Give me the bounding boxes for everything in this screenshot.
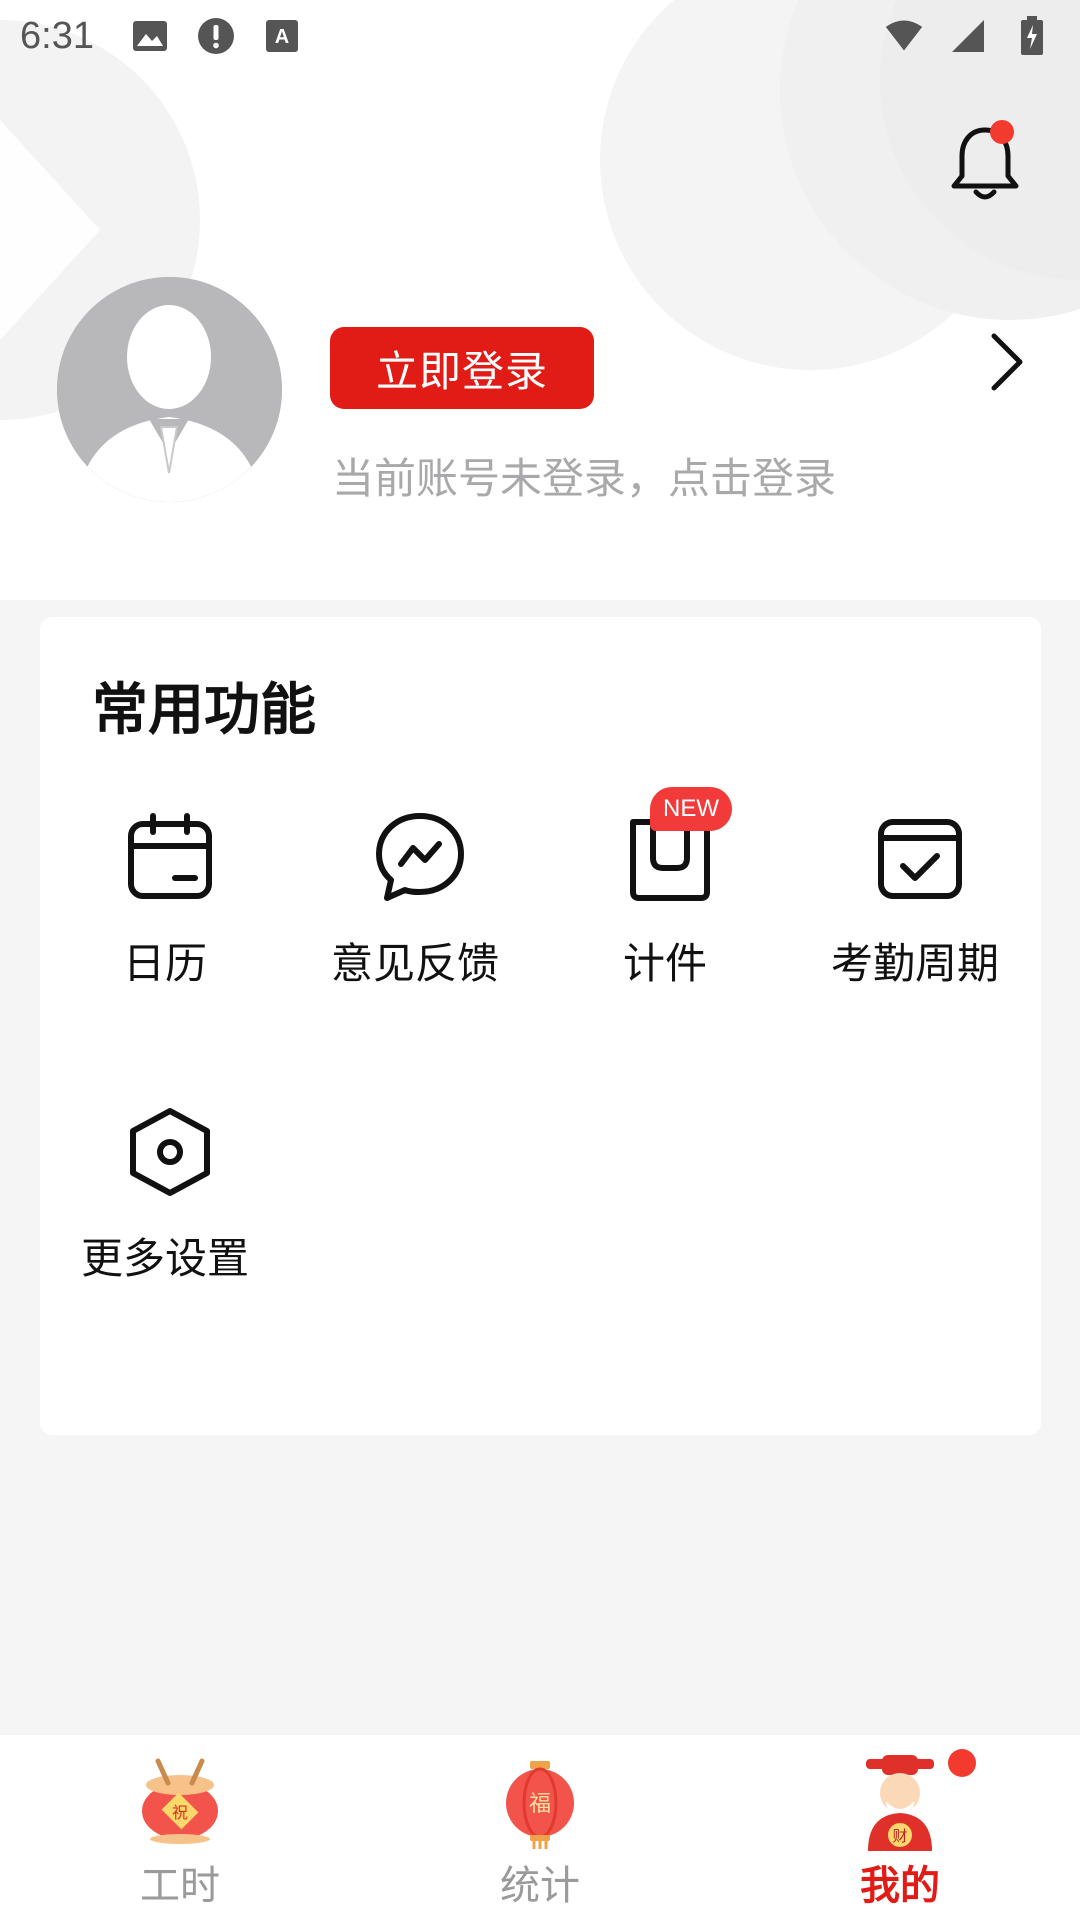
bottom-navigation: 祝 工时 福 统计 财 我的 xyxy=(0,1735,1080,1920)
chevron-right-icon[interactable] xyxy=(980,330,1030,394)
battery-icon xyxy=(1012,16,1052,56)
svg-text:祝: 祝 xyxy=(172,1803,188,1822)
fortune-god-icon: 财 xyxy=(866,1755,934,1851)
function-label: 更多设置 xyxy=(80,1234,249,1283)
svg-text:A: A xyxy=(275,26,289,48)
profile-header: 6:31 A 立即登录 当前账号未登录，点击登录 xyxy=(0,0,1080,600)
drum-icon: 祝 xyxy=(142,1758,218,1844)
keyboard-icon: A xyxy=(262,16,302,56)
function-piecework[interactable]: 计件 xyxy=(540,812,790,1012)
login-button[interactable]: 立即登录 xyxy=(330,327,594,409)
nav-notification-dot xyxy=(948,1749,976,1777)
status-bar: 6:31 A xyxy=(0,0,1080,72)
nav-label: 工时 xyxy=(140,1863,220,1909)
avatar[interactable] xyxy=(57,277,282,502)
function-label: 日历 xyxy=(122,939,207,988)
nav-tab-work-hours[interactable]: 祝 工时 xyxy=(0,1735,360,1920)
function-label: 计件 xyxy=(622,939,707,988)
nav-tab-mine[interactable]: 财 我的 xyxy=(720,1735,1080,1920)
nav-label: 统计 xyxy=(500,1863,580,1909)
default-avatar-icon xyxy=(57,277,282,502)
nav-label: 我的 xyxy=(860,1863,940,1909)
login-hint[interactable]: 当前账号未登录，点击登录 xyxy=(332,445,836,506)
common-functions-card: 常用功能 日历 意见反馈 计件 考勤周期 更多设置 NEW xyxy=(40,617,1041,1435)
function-calendar[interactable]: 日历 xyxy=(40,812,290,1012)
function-more-settings[interactable]: 更多设置 xyxy=(40,1107,290,1307)
status-time: 6:31 xyxy=(20,14,94,57)
attendance-cycle-icon xyxy=(878,819,962,899)
settings-icon xyxy=(130,1108,210,1196)
svg-text:福: 福 xyxy=(529,1792,551,1817)
image-icon xyxy=(130,16,170,56)
feedback-icon xyxy=(376,813,464,901)
calendar-icon xyxy=(128,813,212,899)
section-title: 常用功能 xyxy=(92,678,316,743)
notification-dot xyxy=(990,120,1014,144)
notification-bell[interactable] xyxy=(940,118,1030,208)
screen: 6:31 A 立即登录 当前账号未登录，点击登录 常用功能 日历 意见反馈 计件… xyxy=(0,0,1080,1920)
lantern-icon: 福 xyxy=(506,1761,574,1849)
wifi-icon xyxy=(884,16,924,56)
nav-tab-statistics[interactable]: 福 统计 xyxy=(360,1735,720,1920)
alert-icon xyxy=(196,16,236,56)
svg-text:财: 财 xyxy=(892,1827,907,1845)
function-attendance-cycle[interactable]: 考勤周期 xyxy=(790,812,1040,1012)
bell-icon xyxy=(951,127,1019,200)
function-label: 考勤周期 xyxy=(830,939,999,988)
function-label: 意见反馈 xyxy=(330,939,499,988)
function-feedback[interactable]: 意见反馈 xyxy=(290,812,540,1012)
signal-icon xyxy=(948,16,988,56)
new-badge: NEW xyxy=(650,787,732,831)
